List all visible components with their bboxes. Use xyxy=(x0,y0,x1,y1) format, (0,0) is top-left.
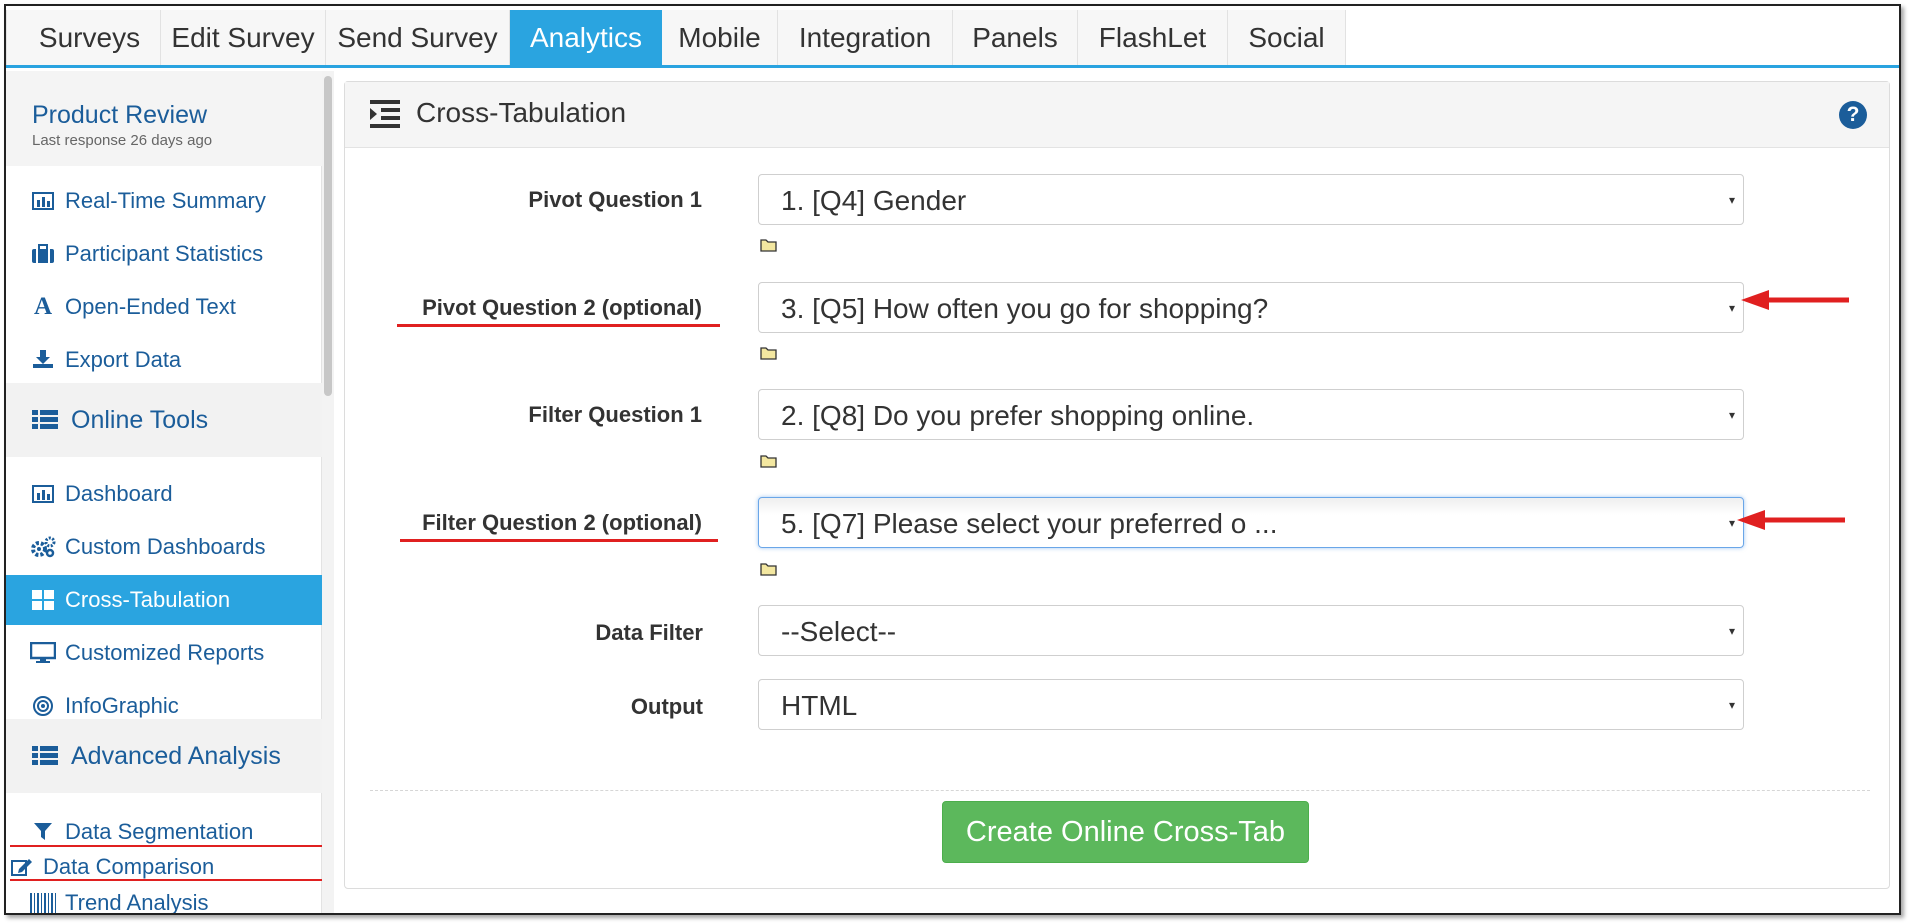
top-navigation: Surveys Edit Survey Send Survey Analytic… xyxy=(6,6,1899,68)
create-cross-tab-button[interactable]: Create Online Cross-Tab xyxy=(942,801,1309,863)
caret-down-icon: ▾ xyxy=(1728,624,1735,638)
tab-flashlet[interactable]: FlashLet xyxy=(1078,10,1228,65)
output-label: Output xyxy=(630,694,703,719)
panel-title: Cross-Tabulation xyxy=(416,97,627,128)
caret-down-icon: ▾ xyxy=(1728,698,1735,712)
selected-value: 5. [Q7] Please select your preferred o .… xyxy=(781,508,1278,539)
indent-list-icon xyxy=(370,100,400,128)
folder-icon[interactable] xyxy=(760,346,777,360)
data-filter-select[interactable]: --Select-- ▾ xyxy=(758,605,1744,656)
barcode-icon xyxy=(30,881,56,913)
filter-question-2-select[interactable]: 5. [Q7] Please select your preferred o .… xyxy=(758,497,1744,548)
pivot-question-2-select[interactable]: 3. [Q5] How often you go for shopping? ▾ xyxy=(758,282,1744,333)
pivot-question-1-label: Pivot Question 1 xyxy=(528,187,702,212)
survey-title[interactable]: Product Review xyxy=(32,101,207,130)
annotation-arrow-icon xyxy=(1737,510,1845,530)
pivot-question-1-select[interactable]: 1. [Q4] Gender ▾ xyxy=(758,174,1744,225)
app-window: Surveys Edit Survey Send Survey Analytic… xyxy=(4,4,1901,915)
list-icon xyxy=(32,719,58,796)
tab-edit-survey[interactable]: Edit Survey xyxy=(161,10,326,65)
selected-value: HTML xyxy=(781,690,858,721)
annotation-underline xyxy=(397,324,720,327)
sidebar-item-dashboard[interactable]: Dashboard xyxy=(6,469,322,519)
tab-analytics[interactable]: Analytics xyxy=(510,10,662,65)
monitor-icon xyxy=(29,628,57,683)
sidebar-scrollbar-thumb[interactable] xyxy=(324,76,332,396)
sidebar-item-label: Cross-Tabulation xyxy=(65,587,231,612)
section-online-tools[interactable]: Online Tools xyxy=(6,383,322,457)
sidebar-item-customized-reports[interactable]: Customized Reports xyxy=(6,628,322,678)
folder-icon[interactable] xyxy=(760,562,777,576)
sidebar-item-label: Real-Time Summary xyxy=(65,188,266,213)
annotation-underline xyxy=(400,539,718,542)
sidebar-item-participant-statistics[interactable]: Participant Statistics xyxy=(6,229,322,279)
tab-social[interactable]: Social xyxy=(1228,10,1346,65)
selected-value: 2. [Q8] Do you prefer shopping online. xyxy=(781,400,1255,431)
tab-mobile[interactable]: Mobile xyxy=(662,10,778,65)
filter-question-1-label: Filter Question 1 xyxy=(528,402,702,427)
caret-down-icon: ▾ xyxy=(1728,301,1735,315)
tab-surveys[interactable]: Surveys xyxy=(6,10,161,65)
section-label: Advanced Analysis xyxy=(71,742,281,770)
download-icon xyxy=(30,335,56,388)
tab-panels[interactable]: Panels xyxy=(953,10,1078,65)
annotation-arrow-icon xyxy=(1741,290,1849,310)
help-icon[interactable]: ? xyxy=(1839,101,1867,129)
sidebar-item-open-ended-text[interactable]: A Open-Ended Text xyxy=(6,282,322,332)
selected-value: 3. [Q5] How often you go for shopping? xyxy=(781,293,1269,324)
bar-chart-icon xyxy=(30,176,56,229)
section-advanced-analysis[interactable]: Advanced Analysis xyxy=(6,719,322,793)
tab-send-survey[interactable]: Send Survey xyxy=(326,10,510,65)
section-label: Online Tools xyxy=(71,406,209,434)
selected-value: --Select-- xyxy=(781,616,897,647)
panel-header: Cross-Tabulation ? xyxy=(345,82,1889,148)
font-icon: A xyxy=(33,293,53,320)
form-divider xyxy=(370,790,1870,791)
folder-icon[interactable] xyxy=(760,238,777,252)
survey-header: Product Review Last response 26 days ago xyxy=(6,71,322,166)
survey-last-response: Last response 26 days ago xyxy=(32,132,213,149)
sidebar-item-label: Customized Reports xyxy=(65,640,265,665)
pivot-question-2-label: Pivot Question 2 (optional) xyxy=(422,295,702,320)
tab-integration[interactable]: Integration xyxy=(778,10,953,65)
caret-down-icon: ▾ xyxy=(1728,193,1735,207)
selected-value: 1. [Q4] Gender xyxy=(781,185,967,216)
list-icon xyxy=(32,383,58,460)
sidebar-item-export-data[interactable]: Export Data xyxy=(6,335,322,385)
sidebar-item-label: Trend Analysis xyxy=(65,890,209,915)
caret-down-icon: ▾ xyxy=(1728,516,1735,530)
output-select[interactable]: HTML ▾ xyxy=(758,679,1744,730)
briefcase-icon xyxy=(30,229,56,283)
sidebar-item-label: Participant Statistics xyxy=(65,241,264,266)
grid-icon xyxy=(30,575,56,629)
sidebar: Product Review Last response 26 days ago… xyxy=(6,71,322,915)
cogs-icon xyxy=(30,522,56,577)
bar-chart-icon xyxy=(30,469,56,522)
filter-question-1-select[interactable]: 2. [Q8] Do you prefer shopping online. ▾ xyxy=(758,389,1744,440)
sidebar-item-real-time-summary[interactable]: Real-Time Summary xyxy=(6,176,322,226)
sidebar-item-trend-analysis[interactable]: Trend Analysis xyxy=(6,881,322,915)
sidebar-item-label: Export Data xyxy=(65,347,182,372)
sidebar-item-custom-dashboards[interactable]: Custom Dashboards xyxy=(6,522,322,572)
caret-down-icon: ▾ xyxy=(1728,408,1735,422)
sidebar-item-label: Dashboard xyxy=(65,481,173,506)
data-filter-label: Data Filter xyxy=(595,620,703,645)
filter-question-2-label: Filter Question 2 (optional) xyxy=(422,510,702,535)
sidebar-item-cross-tabulation[interactable]: Cross-Tabulation xyxy=(6,575,322,625)
sidebar-item-label: Custom Dashboards xyxy=(65,534,266,559)
sidebar-item-label: Open-Ended Text xyxy=(65,294,236,319)
folder-icon[interactable] xyxy=(760,454,777,468)
